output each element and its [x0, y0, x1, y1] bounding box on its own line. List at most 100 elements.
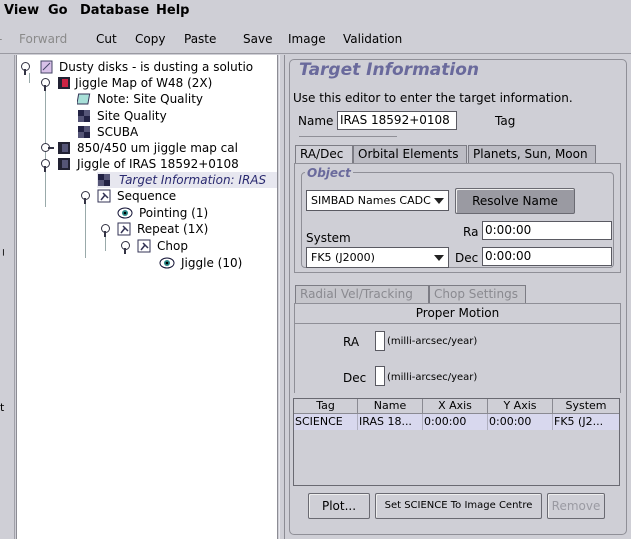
component-icon: [77, 109, 92, 123]
name-label: Name: [298, 114, 334, 128]
tab-orbital-elements[interactable]: Orbital Elements: [353, 145, 467, 163]
tree-item-label: Jiggle Map of W48 (2X): [75, 76, 213, 90]
menu-bar: View Go Database Help: [0, 0, 631, 24]
table-header-x-axis[interactable]: X Axis: [423, 399, 488, 414]
paste-button[interactable]: Paste: [184, 32, 216, 46]
tree-item-label: Note: Site Quality: [97, 92, 203, 106]
menu-database[interactable]: Database: [80, 3, 149, 18]
back-edge-icon: -: [0, 32, 2, 46]
tree-item-850-jiggle[interactable]: 850/450 um jiggle map cal: [41, 140, 277, 156]
pm-dec-field[interactable]: [375, 366, 385, 386]
expand-toggle-icon[interactable]: [41, 159, 50, 172]
table-cell: 0:00:00: [488, 414, 553, 430]
tree-item-label: Sequence: [117, 189, 177, 203]
pm-ra-field[interactable]: [375, 331, 385, 351]
expand-toggle-icon[interactable]: [41, 78, 50, 91]
system-value: FK5 (J2000): [311, 251, 375, 264]
table-cell: SCIENCE: [294, 414, 358, 430]
dec-field[interactable]: 0:00:00: [482, 247, 612, 266]
tree-item-pointing[interactable]: Pointing (1): [117, 205, 277, 221]
table-header-system[interactable]: System: [553, 399, 619, 414]
expand-toggle-icon[interactable]: [121, 241, 130, 254]
editor-description: Use this editor to enter the target info…: [293, 91, 573, 105]
editor-title: Target Information: [299, 60, 479, 80]
tree-item-target-information[interactable]: Target Information: IRAS: [97, 172, 277, 188]
table-header-tag[interactable]: Tag: [294, 399, 358, 414]
target-icon: [97, 173, 112, 187]
tree-item-jiggle[interactable]: Jiggle (10): [159, 255, 277, 271]
tree-item-note[interactable]: Note: Site Quality: [59, 91, 277, 107]
plot-button[interactable]: Plot...: [308, 493, 370, 519]
image-button[interactable]: Image: [288, 32, 326, 46]
sequence-icon: [97, 189, 112, 203]
observation-icon: [57, 157, 72, 171]
menu-view[interactable]: View: [4, 3, 39, 18]
pm-ra-label: RA: [343, 335, 360, 349]
pm-dec-unit: (milli-arcsec/year): [387, 372, 478, 383]
table-cell: FK5 (J2...: [553, 414, 619, 430]
tree-item-label: Repeat (1X): [137, 222, 209, 236]
expand-toggle-icon[interactable]: [21, 62, 30, 75]
tree-item-iras-jiggle[interactable]: Jiggle of IRAS 18592+0108: [41, 156, 277, 172]
name-server-value: SIMBAD Names CADC: [311, 194, 431, 207]
tab-ra-dec[interactable]: RA/Dec: [295, 145, 353, 163]
pm-ra-unit: (milli-arcsec/year): [387, 336, 478, 347]
observation-icon: [57, 76, 72, 90]
tree-item-chop[interactable]: Chop: [121, 238, 277, 254]
table-cell: 0:00:00: [423, 414, 488, 430]
table-header-y-axis[interactable]: Y Axis: [488, 399, 553, 414]
object-label: Object: [305, 166, 353, 180]
program-tree[interactable]: Dusty disks - is dusting a solutio Jiggl…: [16, 55, 278, 539]
tag-label: Tag: [495, 114, 516, 128]
tab-radial-vel-tracking[interactable]: Radial Vel/Tracking: [295, 285, 429, 303]
tree-item-label: Jiggle of IRAS 18592+0108: [77, 157, 239, 171]
forward-button[interactable]: Forward: [19, 32, 67, 46]
msb-folder-icon: [39, 60, 54, 74]
copy-button[interactable]: Copy: [135, 32, 165, 46]
menu-go[interactable]: Go: [48, 3, 68, 18]
target-table[interactable]: Tag Name X Axis Y Axis System SCIENCE IR…: [293, 398, 620, 486]
name-server-dropdown[interactable]: SIMBAD Names CADC: [306, 190, 449, 211]
tree-item-label: Jiggle (10): [181, 256, 243, 270]
edge-mark-icon: t: [0, 401, 5, 414]
save-button[interactable]: Save: [243, 32, 272, 46]
tree-item-sequence[interactable]: Sequence: [81, 188, 277, 204]
eye-icon: [159, 256, 175, 270]
expand-toggle-icon[interactable]: [81, 191, 90, 204]
tree-item-scuba[interactable]: SCUBA: [59, 124, 277, 140]
tab-planets-sun-moon[interactable]: Planets, Sun, Moon: [468, 145, 596, 163]
resolve-name-button[interactable]: Resolve Name: [455, 188, 575, 214]
tab-chop-settings[interactable]: Chop Settings: [429, 285, 526, 303]
validation-button[interactable]: Validation: [343, 32, 402, 46]
tree-item-program[interactable]: Dusty disks - is dusting a solutio: [21, 59, 277, 75]
tree-item-observation[interactable]: Jiggle Map of W48 (2X): [37, 75, 277, 91]
system-label: System: [306, 231, 351, 245]
chop-icon: [137, 239, 152, 253]
chevron-down-icon: [434, 198, 444, 204]
table-header-name[interactable]: Name: [358, 399, 423, 414]
ra-field[interactable]: 0:00:00: [482, 221, 612, 240]
menu-help[interactable]: Help: [156, 3, 189, 18]
tree-item-repeat[interactable]: Repeat (1X): [101, 221, 277, 237]
system-dropdown[interactable]: FK5 (J2000): [306, 247, 449, 268]
tree-item-label: SCUBA: [97, 125, 139, 139]
collapse-toggle-icon[interactable]: [41, 143, 50, 152]
tree-item-site-quality[interactable]: Site Quality: [59, 108, 277, 124]
toolbar: - Forward Cut Copy Paste Save Image Vali…: [0, 24, 631, 54]
set-science-button[interactable]: Set SCIENCE To Image Centre: [375, 493, 542, 519]
name-underline: [299, 136, 397, 137]
edge-mark-icon: ╷: [0, 243, 7, 256]
expand-toggle-icon[interactable]: [101, 224, 110, 237]
component-icon: [77, 125, 92, 139]
observation-icon: [57, 141, 72, 155]
tree-item-label: Pointing (1): [139, 206, 209, 220]
cut-button[interactable]: Cut: [96, 32, 117, 46]
tree-item-label: Target Information: IRAS: [119, 173, 267, 187]
name-field[interactable]: IRAS 18592+0108: [337, 111, 457, 130]
dec-label: Dec: [455, 251, 479, 265]
repeat-icon: [117, 222, 132, 236]
tree-item-label: 850/450 um jiggle map cal: [77, 141, 238, 155]
remove-button[interactable]: Remove: [547, 493, 605, 519]
tree-item-label: Dusty disks - is dusting a solutio: [59, 60, 254, 74]
tree-item-label: Site Quality: [97, 109, 167, 123]
